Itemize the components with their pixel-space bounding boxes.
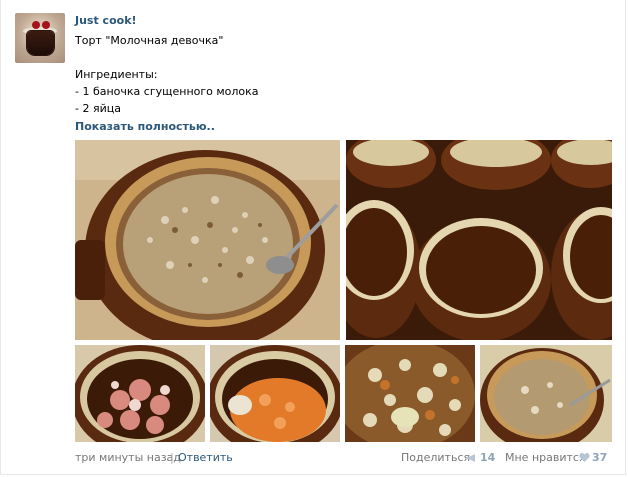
ingredient-item: - 2 яйца	[75, 102, 121, 115]
photo-pot-buckwheat-small-image	[480, 345, 612, 442]
reply-link[interactable]: Ответить	[178, 451, 233, 464]
photo-pot-buckwheat-small[interactable]	[480, 345, 612, 442]
photo-pot-carrot[interactable]	[210, 345, 340, 442]
photo-pot-onion[interactable]	[345, 345, 475, 442]
avatar-cherry	[32, 21, 40, 29]
avatar-cake	[27, 31, 54, 55]
avatar-cherry	[42, 21, 50, 29]
photo-empty-pots[interactable]	[346, 140, 612, 340]
megaphone-icon	[466, 454, 475, 462]
heart-icon	[579, 453, 590, 462]
share-link[interactable]: Поделиться	[401, 451, 470, 464]
ingredient-item: - 1 баночка сгущенного молока	[75, 85, 259, 98]
photo-pot-buckwheat[interactable]	[75, 140, 340, 340]
share-count: 14	[480, 451, 496, 464]
author-name[interactable]: Just cook!	[75, 14, 137, 27]
ingredients-heading: Ингредиенты:	[75, 68, 158, 81]
photo-empty-pots-image	[346, 140, 612, 340]
show-more-link[interactable]: Показать полностью..	[75, 120, 215, 133]
footer-separator: |	[170, 451, 174, 464]
like-link[interactable]: Мне нравится	[505, 451, 586, 464]
post-time[interactable]: три минуты назад	[75, 451, 181, 464]
post-text: Торт "Молочная девочка" Ингредиенты: - 1…	[75, 32, 259, 117]
photo-pot-buckwheat-image	[75, 140, 340, 340]
like-count: 37	[592, 451, 608, 464]
author-avatar[interactable]	[15, 13, 65, 63]
photo-pot-carrot-image	[210, 345, 340, 442]
photo-pot-meat[interactable]	[75, 345, 205, 442]
photo-pot-onion-image	[345, 345, 475, 442]
post-title: Торт "Молочная девочка"	[75, 34, 224, 47]
photo-pot-meat-image	[75, 345, 205, 442]
